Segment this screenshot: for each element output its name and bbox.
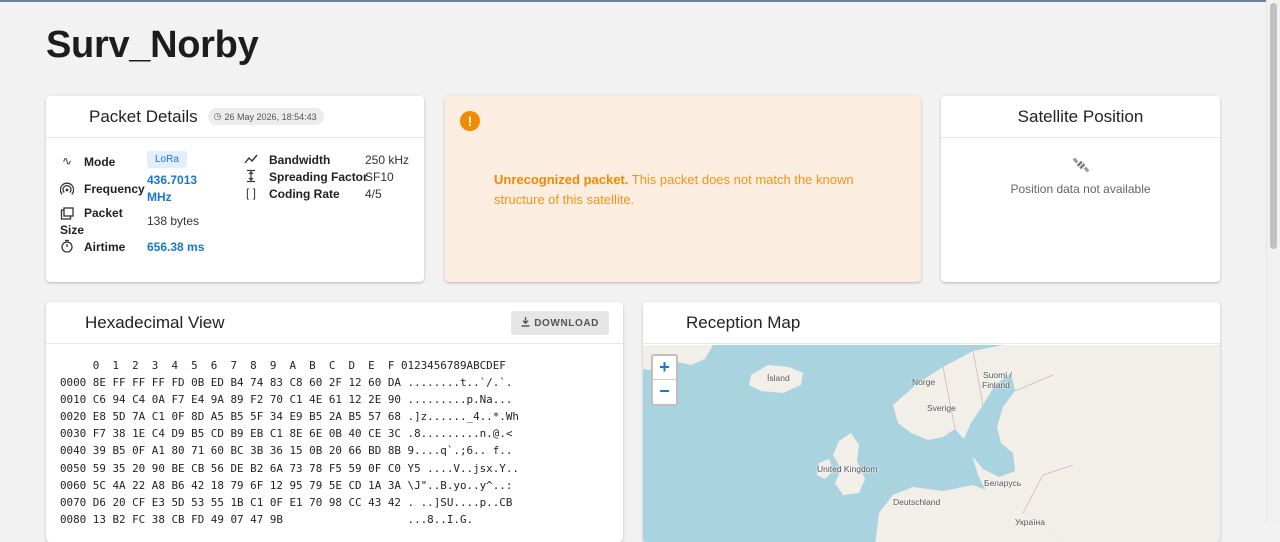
alert-bold-text: Unrecognized packet. [494,172,629,187]
page-scrollbar[interactable] [1266,0,1280,523]
map-label-ukraine: Україна [1015,517,1045,527]
download-button[interactable]: DOWNLOAD [511,311,609,335]
unrecognized-packet-alert: ! Unrecognized packet. This packet does … [445,96,921,282]
hex-row: 0020 E8 5D 7A C1 0F 8D A5 B5 5F 34 E9 B5… [60,410,519,424]
top-accent-line [0,0,1266,2]
coding-rate-value: 4/5 [365,187,382,201]
hex-view-header: Hexadecimal View DOWNLOAD [46,302,623,344]
exclamation-icon: ! [460,111,480,131]
bandwidth-label: Bandwidth [269,153,331,167]
map-label-norge: Norge [912,377,936,387]
packet-details-header: Packet Details ◷ 26 May 2026, 18:54:43 [46,96,424,138]
hex-dump: 0 1 2 3 4 5 6 7 8 9 A B C D E F 01234567… [60,357,519,528]
reception-map-header: Reception Map [643,302,1220,344]
mode-label: Mode [84,155,116,169]
spreading-factor-label: Spreading Factor [269,170,368,184]
hex-header-row: 0 1 2 3 4 5 6 7 8 9 A B C D E F 01234567… [60,359,506,372]
satellite-off-icon [941,156,1220,179]
map-label-belarus: Беларусь [984,478,1022,488]
frequency-value-line1: 436.7013 [147,173,198,187]
map-label-suomi-2: Finland [982,380,1010,390]
page-title: Surv_Norby [46,24,259,66]
packet-size-label-line2: Size [60,223,85,237]
timestamp-chip: ◷ 26 May 2026, 18:54:43 [207,108,324,125]
timer-icon [60,239,74,253]
mode-chip: LoRa [147,151,187,168]
bandwidth-icon [244,152,258,166]
timestamp-text: 26 May 2026, 18:54:43 [224,111,317,122]
hex-view-title: Hexadecimal View [85,312,225,332]
hex-row: 0070 D6 20 CF E3 5D 53 55 1B C1 0F E1 70… [60,495,513,509]
map-label-island: Ísland [767,373,790,383]
hex-row: 0030 F7 38 1E C4 D9 B5 CD B9 EB C1 8E 6E… [60,427,513,441]
download-icon [521,316,530,330]
hex-row: 0010 C6 94 C4 0A F7 E4 9A 89 F2 70 C1 4E… [60,393,513,407]
position-unavailable-text: Position data not available [1010,182,1151,196]
reception-map-title: Reception Map [686,312,801,332]
hex-row: 0050 59 35 20 90 BE CB 56 DE B2 6A 73 78… [60,461,519,475]
hex-row: 0060 5C 4A 22 A8 B6 42 18 79 6F 12 95 79… [60,478,513,492]
frequency-value-line2: MHz [147,190,172,204]
packet-size-label-line1: Packet [84,206,123,220]
packet-icon [60,207,74,221]
packet-details-title: Packet Details [89,106,198,126]
packet-details-card: Packet Details ◷ 26 May 2026, 18:54:43 ∿… [46,96,424,282]
coding-rate-label: Coding Rate [269,187,340,201]
antenna-icon [59,182,75,196]
spreading-icon [244,169,258,183]
map-label-deutschland: Deutschland [893,497,941,507]
hex-view-card: Hexadecimal View DOWNLOAD 0 1 2 3 4 5 6 … [46,302,623,542]
map-label-suomi-1: Suomi / [983,370,1012,380]
airtime-value: 656.38 ms [147,240,205,254]
bandwidth-value: 250 kHz [365,153,410,167]
map-label-sverige: Sverige [927,403,956,413]
reception-map-card: Reception Map + − Ísland Norge Suomi / F… [643,302,1220,542]
spreading-factor-value: SF10 [365,170,394,184]
packet-details-body: ∿ Mode LoRa Frequency 436.7013 MHz Packe… [46,138,424,281]
clock-icon: ◷ [213,111,222,121]
map-label-uk: United Kingdom [817,464,878,474]
zoom-in-button[interactable]: + [653,356,676,380]
brackets-icon: [ ] [245,186,256,200]
frequency-label: Frequency [84,182,145,196]
scrollbar-thumb[interactable] [1270,3,1277,249]
airtime-label: Airtime [84,240,126,254]
satellite-position-card: Satellite Position Position data not ava… [941,96,1220,282]
wave-icon: ∿ [61,154,73,168]
download-label: DOWNLOAD [534,317,599,329]
map-canvas[interactable]: + − Ísland Norge Suomi / Finland Sverige… [643,345,1220,542]
satellite-position-header: Satellite Position [941,96,1220,138]
map-land-shapes [643,345,1220,542]
hex-row: 0040 39 B5 0F A1 80 71 60 BC 3B 36 15 0B… [60,444,513,458]
hex-row: 0000 8E FF FF FF FD 0B ED B4 74 83 C8 60… [60,376,513,390]
zoom-out-button[interactable]: − [653,380,676,404]
hex-row: 0080 13 B2 FC 38 CB FD 49 07 47 9B ...8.… [60,512,474,526]
packet-size-value: 138 bytes [147,214,200,228]
satellite-position-title: Satellite Position [1017,106,1144,126]
alert-message: Unrecognized packet. This packet does no… [494,170,894,210]
zoom-control: + − [651,354,678,406]
